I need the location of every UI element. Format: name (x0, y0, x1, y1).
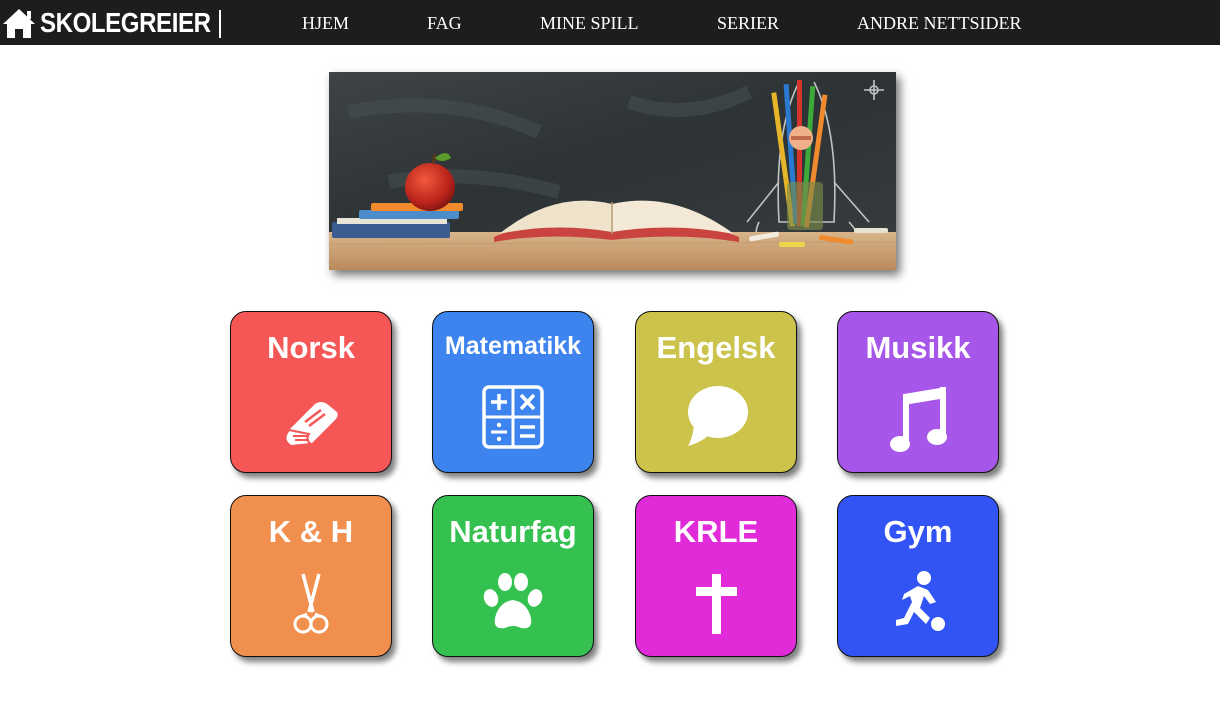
subject-tile-label: KRLE (673, 514, 759, 549)
subject-tile-naturfag[interactable]: Naturfag (432, 495, 594, 657)
music-note-icon (882, 384, 954, 456)
home-icon (3, 9, 35, 38)
subject-tile-label: Gym (883, 514, 953, 549)
subject-tile-matematikk[interactable]: Matematikk (432, 311, 594, 473)
subject-tile-label: Naturfag (449, 514, 577, 549)
nav-link-serier[interactable]: SERIER (717, 13, 779, 34)
nav-link-hjem[interactable]: HJEM (302, 13, 349, 34)
nav-link-mine-spill[interactable]: MINE SPILL (540, 13, 639, 34)
subject-tile-label: Musikk (865, 330, 971, 365)
subject-tile-label: K & H (268, 514, 354, 549)
paw-icon (477, 568, 549, 640)
logo-divider (219, 10, 221, 38)
site-logo[interactable]: SKOLEGREIER (0, 0, 238, 45)
soccer-player-icon (882, 568, 954, 640)
subject-tile-norsk[interactable]: Norsk (230, 311, 392, 473)
hero-banner-image (329, 72, 896, 270)
book-icon (275, 384, 347, 456)
subject-tile-label: Matematikk (444, 332, 582, 360)
speech-bubble-icon (680, 384, 752, 456)
subject-tile-musikk[interactable]: Musikk (837, 311, 999, 473)
calculator-icon (477, 384, 549, 456)
subject-tile-k-og-h[interactable]: K & H (230, 495, 392, 657)
subject-tile-label: Engelsk (656, 330, 776, 365)
cross-icon (680, 568, 752, 640)
subject-tile-krle[interactable]: KRLE (635, 495, 797, 657)
subject-tile-label: Norsk (267, 330, 355, 365)
nav-link-andre-nettsider[interactable]: ANDRE NETTSIDER (857, 13, 1022, 34)
top-navigation-bar: SKOLEGREIER HJEM FAG MINE SPILL SERIER A… (0, 0, 1220, 45)
site-logo-text: SKOLEGREIER (40, 6, 211, 38)
subject-tile-gym[interactable]: Gym (837, 495, 999, 657)
nav-link-fag[interactable]: FAG (427, 13, 462, 34)
subject-tile-engelsk[interactable]: Engelsk (635, 311, 797, 473)
scissors-icon (275, 568, 347, 640)
